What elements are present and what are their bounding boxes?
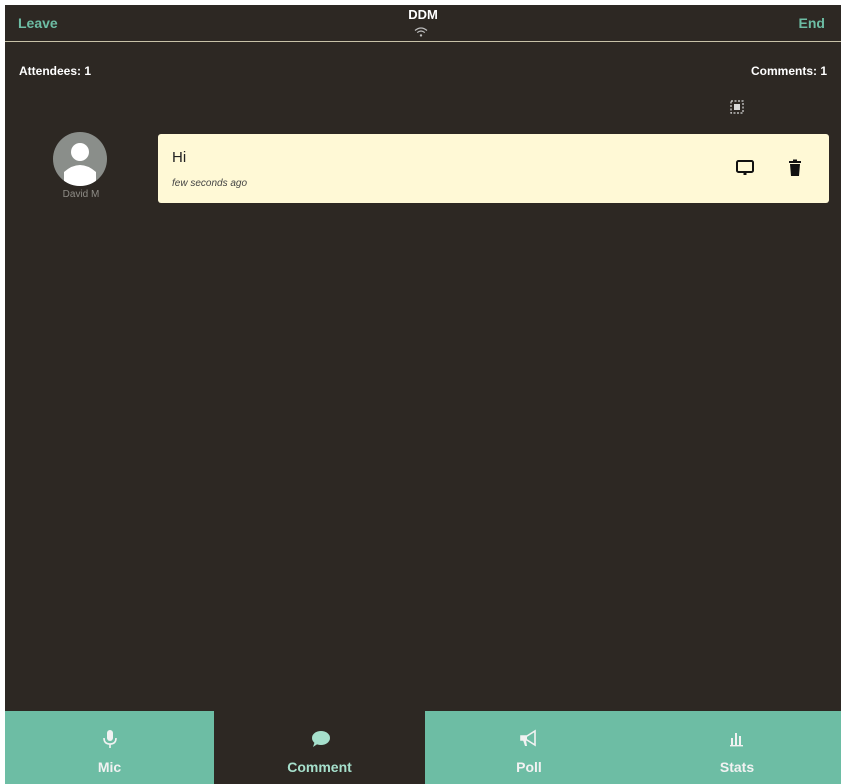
tab-poll[interactable]: Poll bbox=[425, 711, 633, 784]
tab-comment-label: Comment bbox=[287, 759, 352, 775]
end-button[interactable]: End bbox=[799, 15, 825, 31]
bar-chart-icon bbox=[730, 733, 743, 747]
comment-card[interactable]: Hi few seconds ago bbox=[158, 134, 829, 203]
attendee-avatar[interactable] bbox=[53, 132, 107, 186]
tab-stats[interactable]: Stats bbox=[633, 711, 841, 784]
attendee-name: David M bbox=[62, 189, 100, 200]
tab-comment[interactable]: Comment bbox=[214, 711, 425, 784]
session-title: DDM bbox=[408, 7, 438, 22]
comments-count: Comments: 1 bbox=[750, 64, 827, 78]
tab-mic[interactable]: Mic bbox=[5, 711, 214, 784]
app-window: Leave DDM End Attendees: 1 Comments: 1 D… bbox=[5, 5, 841, 784]
comment-text: Hi bbox=[172, 149, 187, 166]
header-bar: Leave DDM End bbox=[5, 5, 841, 42]
tab-stats-label: Stats bbox=[719, 759, 755, 775]
select-all-icon[interactable] bbox=[730, 100, 744, 114]
megaphone-icon bbox=[520, 729, 536, 747]
mic-icon bbox=[102, 730, 117, 748]
speech-bubble-icon bbox=[311, 731, 330, 747]
attendees-count: Attendees: 1 bbox=[19, 64, 92, 78]
tab-mic-label: Mic bbox=[97, 759, 122, 775]
comment-timestamp: few seconds ago bbox=[172, 178, 248, 189]
wifi-icon bbox=[414, 27, 428, 37]
trash-icon[interactable] bbox=[785, 158, 805, 178]
monitor-icon[interactable] bbox=[735, 158, 755, 178]
bottom-tab-bar: Mic Comment Poll Stats bbox=[5, 711, 841, 784]
user-icon bbox=[64, 143, 96, 186]
tab-poll-label: Poll bbox=[516, 759, 542, 775]
